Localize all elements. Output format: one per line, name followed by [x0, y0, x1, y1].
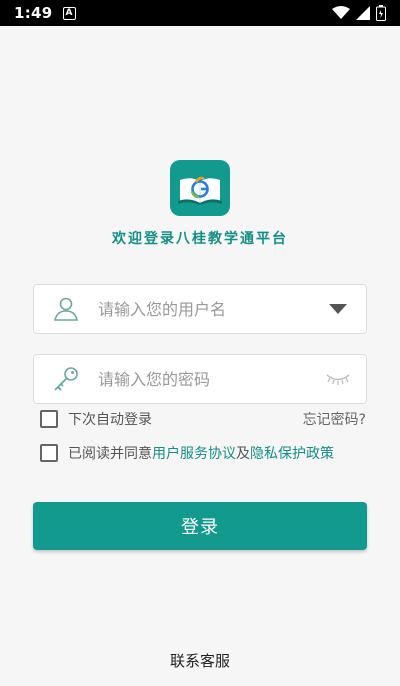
contact-support-link[interactable]: 联系客服: [0, 650, 400, 671]
notification-a-icon: A: [62, 6, 76, 20]
login-button[interactable]: 登录: [33, 502, 367, 550]
battery-icon: [376, 5, 386, 21]
agreement-row: 已阅读并同意 用户服务协议 及 隐私保护政策: [40, 443, 366, 463]
remember-checkbox[interactable]: [40, 410, 58, 428]
welcome-title: 欢迎登录八桂教学通平台: [112, 231, 288, 247]
service-agreement-link[interactable]: 用户服务协议: [152, 443, 236, 463]
username-input[interactable]: [98, 299, 310, 319]
password-input[interactable]: [98, 369, 310, 389]
status-time: 1:49: [14, 4, 53, 22]
wifi-icon: [332, 6, 350, 19]
signal-icon: [356, 6, 370, 20]
book-logo-icon: [178, 176, 222, 205]
agree-prefix: 已阅读并同意: [68, 446, 152, 462]
status-bar: 1:49 A: [0, 0, 400, 26]
privacy-policy-link[interactable]: 隐私保护政策: [250, 443, 334, 463]
remember-label[interactable]: 下次自动登录: [68, 409, 152, 429]
status-icons: [332, 5, 386, 21]
eye-closed-icon[interactable]: [310, 372, 366, 386]
forgot-password-link[interactable]: 忘记密码?: [303, 409, 366, 429]
app-logo: [170, 160, 230, 216]
username-field[interactable]: [33, 284, 367, 334]
remember-row: 下次自动登录 忘记密码?: [40, 409, 366, 429]
password-field[interactable]: [33, 354, 367, 404]
agree-checkbox[interactable]: [40, 444, 58, 462]
user-icon: [34, 296, 98, 322]
and-text: 及: [236, 446, 250, 462]
key-icon: [34, 365, 98, 393]
account-dropdown-icon[interactable]: [310, 304, 366, 314]
